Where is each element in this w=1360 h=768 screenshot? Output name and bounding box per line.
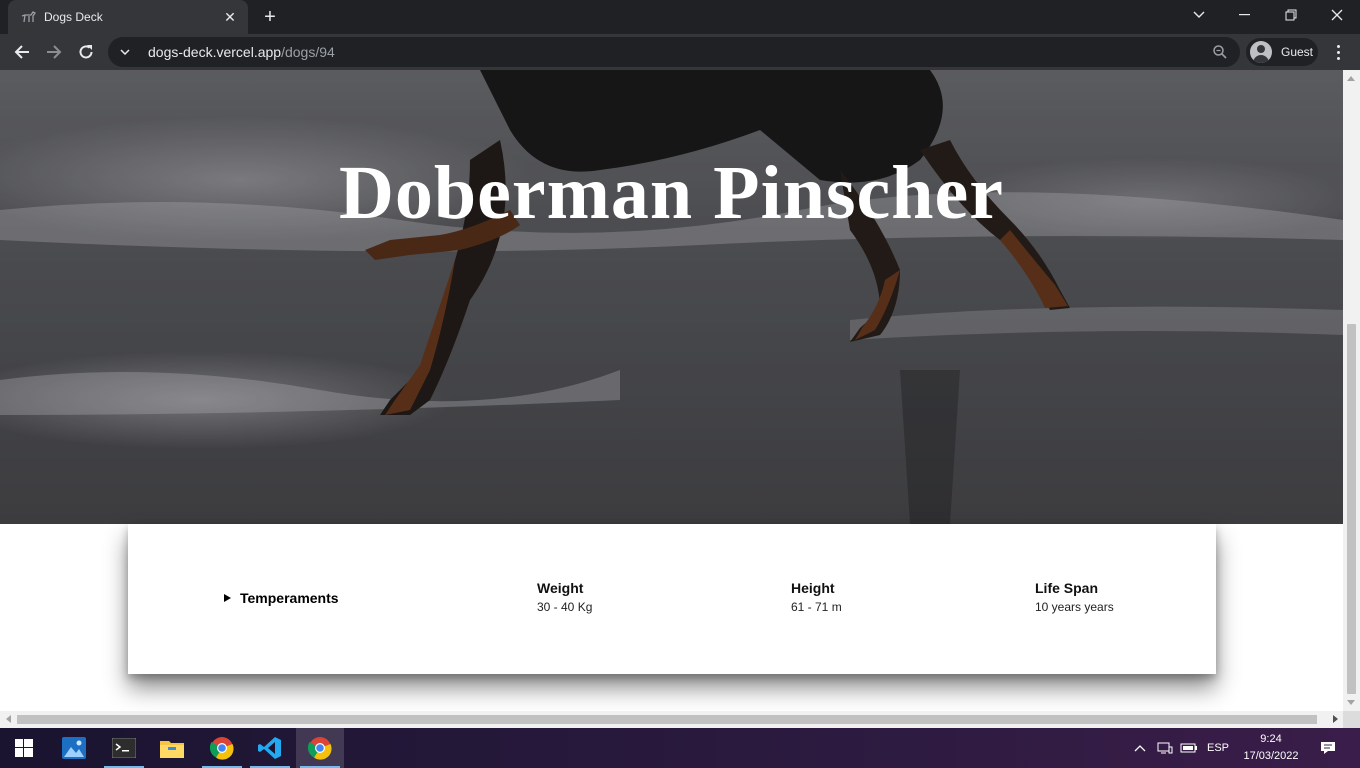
- hero-banner: Doberman Pinscher: [0, 70, 1343, 524]
- browser-titlebar: Dogs Deck ✕ +: [0, 0, 1360, 34]
- system-clock[interactable]: 9:24 17/03/2022: [1236, 731, 1306, 765]
- browser-menu-icon[interactable]: [1328, 40, 1348, 64]
- new-tab-icon[interactable]: +: [256, 4, 284, 30]
- avatar-icon: [1250, 41, 1272, 63]
- notifications-icon[interactable]: [1314, 728, 1342, 768]
- dog-photo-image: [0, 70, 1343, 524]
- chrome-active-icon[interactable]: [296, 728, 344, 768]
- battery-icon[interactable]: [1178, 728, 1200, 768]
- back-arrow-icon[interactable]: [8, 38, 36, 66]
- vertical-scroll-thumb[interactable]: [1347, 324, 1356, 694]
- stat-value: 61 - 71 m: [791, 600, 842, 614]
- tray-overflow-chevron-icon[interactable]: [1130, 728, 1150, 768]
- chrome-icon[interactable]: [198, 728, 246, 768]
- clock-time: 9:24: [1260, 733, 1282, 745]
- url-path: /dogs/94: [281, 44, 335, 60]
- page-viewport: Doberman Pinscher Temperaments Weight 30…: [0, 70, 1343, 711]
- vscode-icon[interactable]: [246, 728, 294, 768]
- site-info-chevron-icon[interactable]: [120, 49, 134, 55]
- clock-date: 17/03/2022: [1243, 750, 1299, 762]
- start-icon[interactable]: [0, 728, 48, 768]
- stat-label: Life Span: [1035, 580, 1099, 596]
- scroll-down-icon[interactable]: [1347, 700, 1355, 705]
- stat-label: Weight: [537, 580, 584, 596]
- terminal-icon[interactable]: [100, 728, 148, 768]
- horizontal-scrollbar[interactable]: [0, 711, 1343, 728]
- scroll-up-icon[interactable]: [1347, 76, 1355, 81]
- tab-close-icon[interactable]: ✕: [222, 9, 238, 25]
- url-host: dogs-deck.vercel.app: [148, 44, 282, 60]
- windows-taskbar: ESP 9:24 17/03/2022: [0, 728, 1360, 768]
- restore-icon[interactable]: [1268, 0, 1314, 30]
- network-icon[interactable]: [1154, 728, 1176, 768]
- tab-title: Dogs Deck: [44, 10, 103, 24]
- breed-title: Doberman Pinscher: [338, 151, 1005, 235]
- profile-button[interactable]: Guest: [1246, 38, 1318, 66]
- photos-icon[interactable]: [50, 728, 98, 768]
- address-bar[interactable]: dogs-deck.vercel.app/dogs/94: [108, 37, 1240, 67]
- scroll-left-icon[interactable]: [6, 715, 11, 723]
- horizontal-scroll-thumb[interactable]: [17, 715, 1317, 724]
- browser-toolbar: dogs-deck.vercel.app/dogs/94 Guest: [0, 34, 1360, 70]
- tab-dogs-deck[interactable]: Dogs Deck ✕: [8, 0, 248, 34]
- breed-info-card: Temperaments Weight 30 - 40 Kg Height 61…: [128, 524, 1216, 674]
- forward-arrow-icon[interactable]: [40, 38, 68, 66]
- zoom-icon[interactable]: [1212, 44, 1228, 60]
- file-explorer-icon[interactable]: [148, 728, 196, 768]
- profile-label: Guest: [1281, 45, 1314, 59]
- scrollbar-corner: [1343, 711, 1360, 728]
- stat-value: 10 years years: [1035, 600, 1114, 614]
- stat-life-span: Life Span 10 years years: [1035, 580, 1114, 614]
- stat-weight: Weight 30 - 40 Kg: [537, 580, 592, 614]
- temperaments-label: Temperaments: [240, 590, 339, 606]
- minimize-icon[interactable]: [1222, 0, 1268, 30]
- stat-height: Height 61 - 71 m: [791, 580, 842, 614]
- vertical-scrollbar[interactable]: [1343, 70, 1360, 711]
- disclosure-triangle-icon: [224, 594, 231, 602]
- close-window-icon[interactable]: [1314, 0, 1360, 30]
- tab-search-chevron-icon[interactable]: [1176, 0, 1222, 30]
- language-indicator[interactable]: ESP: [1204, 728, 1232, 768]
- stat-value: 30 - 40 Kg: [537, 600, 593, 614]
- temperaments-toggle[interactable]: Temperaments: [224, 590, 339, 606]
- stat-label: Height: [791, 580, 835, 596]
- dog-favicon-icon: [20, 9, 36, 25]
- reload-icon[interactable]: [72, 38, 100, 66]
- scroll-right-icon[interactable]: [1333, 715, 1338, 723]
